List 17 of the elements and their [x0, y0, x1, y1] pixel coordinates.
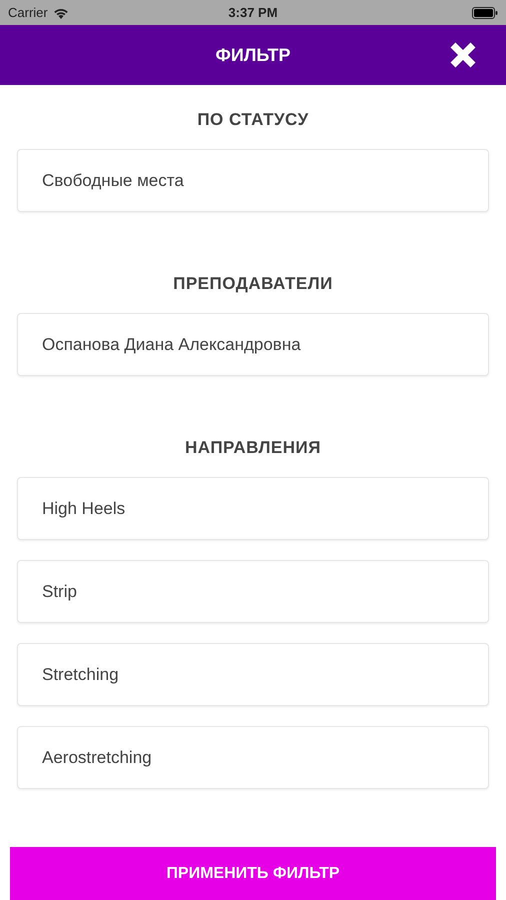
header-title: ФИЛЬТР — [215, 44, 291, 66]
section-title: ПРЕПОДАВАТЕЛИ — [173, 273, 333, 295]
carrier-label: Carrier — [8, 5, 48, 20]
section-title: ПО СТАТУСУ — [197, 109, 309, 131]
apply-filter-button[interactable]: ПРИМЕНИТЬ ФИЛЬТР — [10, 847, 496, 900]
filter-option[interactable]: Strip — [17, 560, 489, 623]
filter-option[interactable]: Свободные места — [17, 149, 489, 212]
status-time: 3:37 PM — [228, 5, 278, 20]
close-icon — [449, 41, 477, 69]
filter-option[interactable]: Оспанова Диана Александровна — [17, 313, 489, 376]
filter-option[interactable]: Aerostretching — [17, 726, 489, 789]
wifi-icon — [52, 6, 69, 18]
battery-icon — [472, 6, 498, 18]
close-button[interactable] — [448, 40, 478, 70]
section-title: НАПРАВЛЕНИЯ — [184, 437, 321, 459]
filter-option[interactable]: Stretching — [17, 643, 489, 706]
filter-option[interactable]: High Heels — [17, 477, 489, 540]
